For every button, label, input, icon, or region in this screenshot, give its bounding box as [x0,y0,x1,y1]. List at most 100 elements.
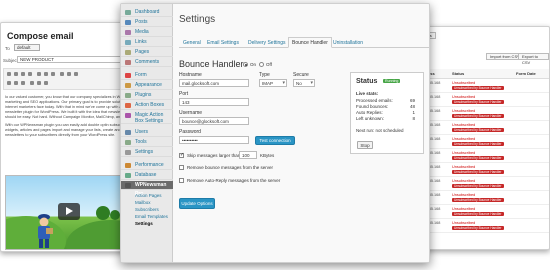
status-cell: Unsubscribed Unsubscribed by Bounce Handl… [450,218,514,233]
username-input[interactable]: bounce@glocksoft.com [179,117,249,125]
off-label: Off [266,62,272,67]
media-icon [125,30,131,35]
redo-icon[interactable] [44,81,48,85]
table-icon[interactable] [30,81,34,85]
submenu-item[interactable]: Settings [135,221,153,226]
to-recipient-chip[interactable]: default [14,44,40,51]
status-title: Status [356,78,378,85]
sidebar-item-media[interactable]: Media [121,28,173,37]
table-row[interactable]: 97.202.235.168UnsubscribedUnsubscribed b… [412,78,549,93]
image-icon[interactable] [74,72,78,76]
off-radio[interactable] [259,62,264,67]
submenu-item[interactable]: Email Templates [135,214,168,219]
username-label: Username [179,110,203,116]
subject-input[interactable]: NEW PRODUCT [17,56,135,63]
sidebar-item-users[interactable]: Users [121,128,173,137]
table-row[interactable]: 97.202.235.168UnsubscribedUnsubscribed b… [412,120,549,135]
password-input[interactable]: •••••••••• [179,136,249,144]
sidebar-item-tools[interactable]: Tools [121,138,173,147]
sidebar-item-performance[interactable]: Performance [121,161,173,170]
table-row[interactable]: 97.202.235.168UnsubscribedUnsubscribed b… [412,190,549,205]
hostname-input[interactable]: mail.glocksoft.com [179,79,249,87]
sidebar-item-label: Database [135,172,157,178]
tab-email-settings[interactable]: Email Settings [203,37,243,48]
sidebar-item-posts[interactable]: Posts [121,18,173,27]
sidebar-item-database[interactable]: Database [121,171,173,180]
sidebar-item-comments[interactable]: Comments [121,58,173,67]
list-icon[interactable] [60,72,64,76]
port-input[interactable]: 143 [179,98,249,106]
skip-large-checkbox[interactable] [179,152,184,158]
remove-bounce-checkbox[interactable] [179,165,184,170]
skip-size-input[interactable]: 100 [239,151,257,159]
status-cell: Unsubscribed Unsubscribed by Bounce Handl… [450,204,514,219]
table-row[interactable]: 97.202.235.168UnsubscribedUnsubscribed b… [412,134,549,149]
align-right-icon[interactable] [51,72,55,76]
status-badge: Unsubscribed by Bounce Handler [452,212,504,216]
sidebar-item-links[interactable]: Links [121,38,173,47]
secure-label: Secure [293,72,309,78]
column-header-status[interactable]: Status [450,69,514,79]
align-center-icon[interactable] [44,72,48,76]
secure-select[interactable]: No [293,79,315,87]
status-badge: Unsubscribed by Bounce Handler [452,86,504,90]
italic-icon[interactable] [14,72,18,76]
video-thumbnail[interactable] [5,175,130,250]
play-icon[interactable] [58,203,80,220]
sidebar-item-label: Settings [135,149,154,155]
stop-button[interactable]: Stop [357,141,373,149]
table-row[interactable]: 97.202.235.168UnsubscribedUnsubscribed b… [412,218,549,233]
type-select[interactable]: IMAP [259,79,287,87]
tab-bounce-handler[interactable]: Bounce Handler [288,37,332,48]
table-row[interactable]: 97.202.235.168UnsubscribedUnsubscribed b… [412,148,549,163]
submenu-item[interactable]: Mailbox [135,200,151,205]
size-icon[interactable] [14,81,18,85]
export-csv-button[interactable]: Export to CSV [518,53,549,65]
remove-autoreply-checkbox[interactable] [179,178,184,183]
email-body[interactable]: Io our valued customer, you know that ou… [5,95,135,141]
sidebar-item-label: Action Boxes [135,102,165,108]
color-icon[interactable] [21,81,25,85]
column-header-form-date[interactable]: Form Date [514,69,549,79]
font-icon[interactable] [7,81,11,85]
status-badge: Unsubscribed by Bounce Handler [452,156,504,160]
align-left-icon[interactable] [37,72,41,76]
table-row[interactable]: 97.202.235.168UnsubscribedUnsubscribed b… [412,106,549,121]
bounces-value: 48 [409,104,415,109]
table-row[interactable]: 97.202.235.168UnsubscribedUnsubscribed b… [412,92,549,107]
status-badge: Unsubscribed by Bounce Handler [452,170,504,174]
sidebar-item-mab-settings[interactable]: Magic Action Box Settings [121,111,173,124]
sidebar-item-settings[interactable]: Settings [121,148,173,157]
tools-icon [125,140,131,145]
bold-icon[interactable] [7,72,11,76]
sidebar-item-form[interactable]: Form [121,71,173,80]
sidebar-item-action-boxes[interactable]: Action Boxes [121,101,173,110]
table-row[interactable]: 97.202.235.168UnsubscribedUnsubscribed b… [412,204,549,219]
form-date-cell [514,92,549,107]
settings-content: Settings General Email Settings Delivery… [173,4,429,262]
sidebar-item-pages[interactable]: Pages [121,48,173,57]
sidebar-item-appearance[interactable]: Appearance [121,81,173,90]
strike-icon[interactable] [28,72,32,76]
status-text: Unsubscribed [452,109,476,113]
submenu-item[interactable]: Action Pages [135,193,162,198]
sidebar-item-wpnewsman-pro[interactable]: WPNewsman Pro [121,181,173,197]
editor-toolbar [3,68,135,90]
submenu-item[interactable]: Subscribers [135,207,159,212]
status-cell: Unsubscribed Unsubscribed by Bounce Handl… [450,78,514,93]
tab-general[interactable]: General [179,37,205,48]
tab-delivery-settings[interactable]: Delivery Settings [244,37,290,48]
link-icon[interactable] [67,72,71,76]
table-row[interactable]: 97.202.235.168UnsubscribedUnsubscribed b… [412,176,549,191]
test-connection-button[interactable]: Test connection [255,136,295,145]
tab-uninstallation[interactable]: Uninstallation [329,37,367,48]
posts-icon [125,20,131,25]
table-row[interactable]: 97.202.235.168UnsubscribedUnsubscribed b… [412,162,549,177]
sidebar-item-dashboard[interactable]: Dashboard [121,8,173,17]
sidebar-item-plugins[interactable]: Plugins [121,91,173,100]
on-radio[interactable] [243,62,248,67]
status-cell: Unsubscribed Unsubscribed by Bounce Handl… [450,148,514,163]
update-options-button[interactable]: Update Options [179,198,215,209]
underline-icon[interactable] [21,72,25,76]
undo-icon[interactable] [37,81,41,85]
